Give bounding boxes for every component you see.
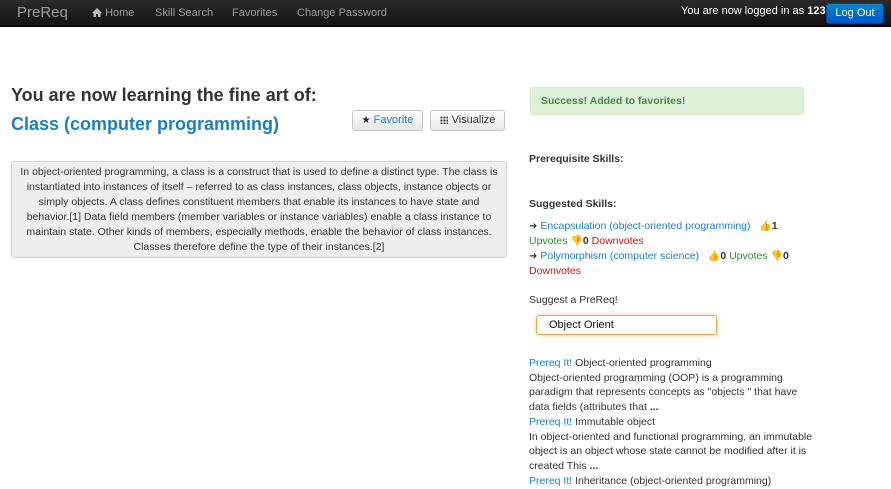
favorite-button[interactable]: ★ Favorite xyxy=(352,110,423,131)
prereq-search-input[interactable] xyxy=(536,315,717,335)
downvotes-label: Downvotes xyxy=(529,265,581,277)
suggested-heading: Suggested Skills: xyxy=(529,198,617,210)
result-more: ... xyxy=(649,401,659,414)
search-result: Prereq It! Immutable object xyxy=(529,415,819,430)
result-more: ... xyxy=(589,459,599,472)
upvotes-label: Upvotes xyxy=(729,250,768,262)
arrow-right-icon: ➜ xyxy=(529,251,538,262)
result-snippet: Object-oriented programming (OOP) is a p… xyxy=(529,371,819,415)
result-snippet: In object-oriented and functional progra… xyxy=(529,430,819,474)
upvote-count: 1 xyxy=(771,220,778,232)
nav-change-password[interactable]: Change Password xyxy=(297,7,387,19)
result-snippet-text: Object-oriented programming (OOP) is a p… xyxy=(529,371,798,414)
nav-skill-search[interactable]: Skill Search xyxy=(155,7,213,19)
navbar: PreReq Home Skill Search Favorites Chang… xyxy=(0,0,891,27)
search-result: Prereq It! Inheritance (object-oriented … xyxy=(529,474,819,489)
home-icon xyxy=(92,8,102,20)
thumbs-down-icon[interactable]: 👎 xyxy=(570,236,582,247)
downvote-count: 0 xyxy=(582,235,589,247)
favorite-label: Favorite xyxy=(373,114,414,126)
login-status: You are now logged in as 123. xyxy=(681,5,829,17)
result-title: Object-oriented programming xyxy=(575,357,712,369)
downvote-count: 0 xyxy=(783,250,789,262)
skill-description: In object-oriented programming, a class … xyxy=(11,161,507,258)
visualize-button[interactable]: Visualize xyxy=(430,110,505,131)
suggested-skill-link[interactable]: Encapsulation (object-oriented programmi… xyxy=(540,220,750,232)
search-results: Prereq It! Object-oriented programming O… xyxy=(529,356,819,488)
skill-title[interactable]: Class (computer programming) xyxy=(11,114,279,135)
prereq-it-link[interactable]: Prereq It! xyxy=(529,416,572,428)
grid-icon xyxy=(439,116,448,124)
suggested-item: ➜ Encapsulation (object-oriented programm… xyxy=(529,219,778,234)
upvotes-label: Upvotes xyxy=(529,235,568,247)
prerequisite-heading: Prerequisite Skills: xyxy=(529,153,624,165)
result-title: Inheritance (object-oriented programming… xyxy=(575,474,772,487)
upvote-count: 0 xyxy=(720,250,727,262)
thumbs-up-icon[interactable]: 👍 xyxy=(708,251,720,262)
star-icon: ★ xyxy=(361,115,371,126)
arrow-right-icon: ➜ xyxy=(529,221,538,232)
suggested-skill-link[interactable]: Polymorphism (computer science) xyxy=(540,250,699,262)
prereq-it-link[interactable]: Prereq It! xyxy=(529,357,572,369)
suggested-item-votes: Upvotes 👎0 Downvotes xyxy=(529,234,644,249)
thumbs-down-icon[interactable]: 👎 xyxy=(771,251,783,262)
result-snippet-text: In object-oriented and functional progra… xyxy=(529,430,813,472)
visualize-label: Visualize xyxy=(451,114,496,126)
suggest-prereq-label: Suggest a PreReq! xyxy=(529,294,618,306)
login-prefix: You are now logged in as xyxy=(681,5,808,17)
nav-home-label: Home xyxy=(105,7,135,19)
nav-home[interactable]: Home xyxy=(92,7,134,20)
page-heading: You are now learning the fine art of: xyxy=(11,85,317,105)
login-username: 123 xyxy=(807,5,826,17)
suggested-item-votes: Downvotes xyxy=(529,264,581,279)
search-result: Prereq It! Object-oriented programming xyxy=(529,356,819,371)
thumbs-up-icon[interactable]: 👍 xyxy=(759,221,771,232)
suggested-item: ➜ Polymorphism (computer science) 👍0 Upvo… xyxy=(529,249,789,264)
success-alert: Success! Added to favorites! xyxy=(530,87,804,115)
brand-logo[interactable]: PreReq xyxy=(17,4,68,21)
logout-button[interactable]: Log Out xyxy=(826,3,884,24)
result-title: Immutable object xyxy=(575,415,656,428)
downvotes-label: Downvotes xyxy=(591,235,644,247)
prereq-it-link[interactable]: Prereq It! xyxy=(529,475,572,487)
nav-favorites[interactable]: Favorites xyxy=(232,7,277,19)
